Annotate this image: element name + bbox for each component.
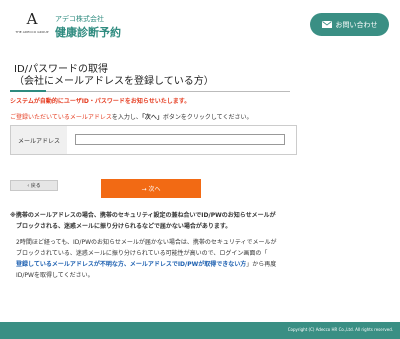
email-form: メールアドレス (10, 125, 297, 155)
page-title: ID/パスワードの取得 （会社にメールアドレスを登録している方） (14, 64, 214, 88)
logo-subtitle: THE ADECCO GROUP (15, 30, 49, 34)
email-field[interactable] (75, 134, 285, 145)
page-title-line1: ID/パスワードの取得 (14, 64, 109, 75)
mobile-mail-note-line1: ※携帯のメールアドレスの場合、携帯のセキュリティ設定の兼ね合いでID/PWのお知… (10, 212, 276, 219)
instruction-end: ボタンをクリックしてください。 (162, 114, 253, 121)
delivery-help-line4: ID/PWを取得してください。 (16, 272, 94, 279)
contact-label: お問い合わせ (335, 20, 378, 29)
logo-mark: A (26, 10, 38, 28)
title-accent (10, 90, 46, 92)
page: A THE ADECCO GROUP アデコ株式会社 健康診断予約 お問い合わせ… (0, 0, 400, 339)
next-button[interactable]: → 次へ (101, 179, 201, 198)
mobile-mail-note-line2: ブロックされる、迷惑メールに振り分けられるなどで届かない場合があります。 (16, 223, 232, 230)
title-divider (10, 91, 290, 92)
header: A THE ADECCO GROUP アデコ株式会社 健康診断予約 お問い合わせ (0, 0, 400, 52)
footer: Copyright (C) Adecco HR Co.,Ltd. All rig… (0, 322, 400, 339)
instruction-text: ご登録いただいているメールアドレスを入力し、「次へ」ボタンをクリックしてください… (10, 112, 253, 121)
unknown-email-link[interactable]: 登録しているメールアドレスが不明な方、メールアドレスでID/PWが取得できない方 (16, 261, 246, 268)
mail-icon (321, 21, 332, 28)
instruction-mid: を入力し、 (111, 114, 142, 121)
system-notice: システムが自動的にユーザID・パスワードをお知らせいたします。 (10, 98, 191, 105)
contact-button[interactable]: お問い合わせ (310, 13, 389, 36)
delivery-help-line2: ブロックされている、迷惑メールに振り分けられている可能性が高いので、ログイン画面… (16, 250, 268, 257)
copyright: Copyright (C) Adecco HR Co.,Ltd. All rig… (287, 327, 393, 332)
delivery-help-note: 2時間ほど経っても、ID/PWのお知らせメールが届かない場合は、携帯のセキュリテ… (16, 237, 277, 281)
delivery-help-line1: 2時間ほど経っても、ID/PWのお知らせメールが届かない場合は、携帯のセキュリテ… (16, 239, 277, 246)
delivery-help-line3-end: 」から再度 (246, 261, 277, 268)
company-name: アデコ株式会社 (55, 15, 104, 23)
instruction-next-ref: 「次へ」 (141, 114, 163, 121)
back-button[interactable]: ‹ 戻る (10, 180, 58, 191)
page-title-line2: （会社にメールアドレスを登録している方） (14, 76, 214, 87)
email-label: メールアドレス (11, 126, 67, 154)
logo[interactable]: A THE ADECCO GROUP (12, 11, 52, 41)
service-name: 健康診断予約 (55, 26, 121, 39)
instruction-emphasis: ご登録いただいているメールアドレス (10, 114, 112, 121)
main-content: ID/パスワードの取得 （会社にメールアドレスを登録している方） システムが自動… (0, 52, 400, 322)
mobile-mail-note: ※携帯のメールアドレスの場合、携帯のセキュリティ設定の兼ね合いでID/PWのお知… (10, 210, 276, 232)
delivery-help-line3: 登録しているメールアドレスが不明な方、メールアドレスでID/PWが取得できない方… (16, 259, 277, 270)
